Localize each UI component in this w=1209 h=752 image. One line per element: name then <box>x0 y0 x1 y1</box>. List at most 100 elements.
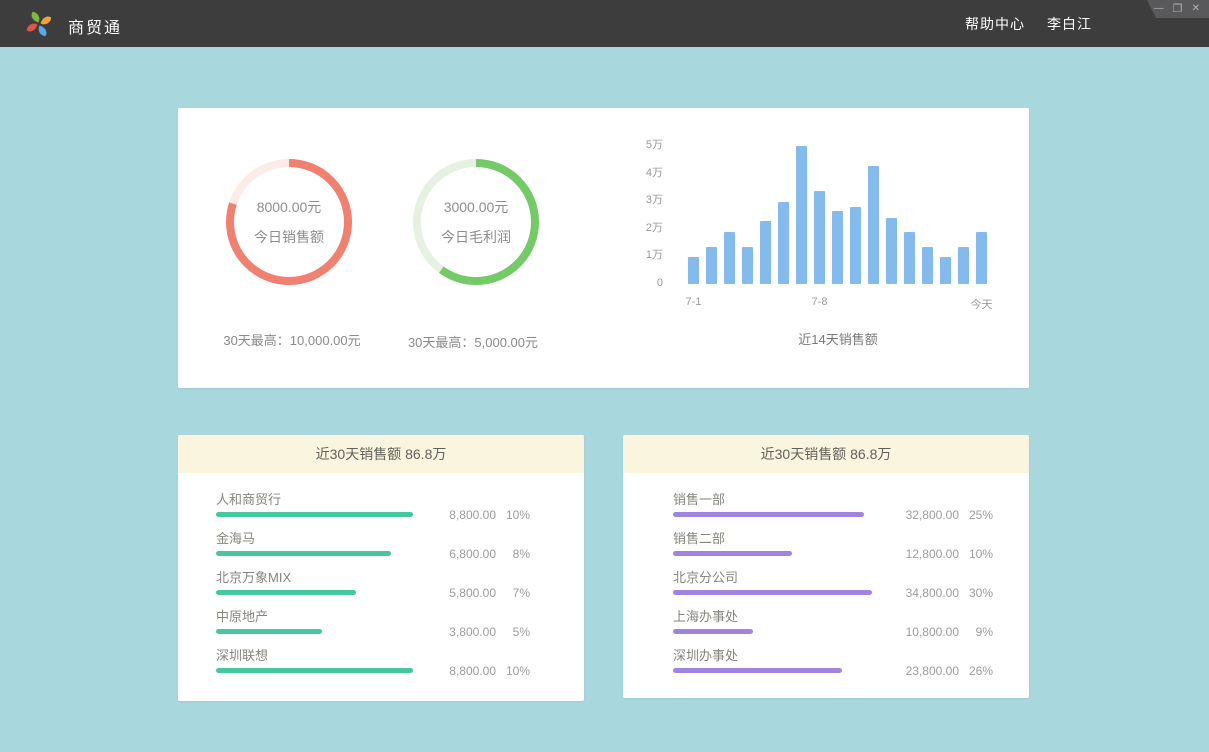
row-values: 34,800.00 30% <box>883 586 993 600</box>
row-amount: 12,800.00 <box>883 547 959 561</box>
today-sales-label: 今日销售额 <box>254 227 324 247</box>
sales-list-row: 北京万象MIX 5,800.00 7% <box>178 571 584 595</box>
daily-sales-bar <box>940 257 951 284</box>
app-logo-icon <box>24 9 54 39</box>
row-amount: 5,800.00 <box>420 586 496 600</box>
row-percent: 26% <box>959 664 993 678</box>
row-bar-track <box>216 629 413 634</box>
row-bar <box>673 551 792 556</box>
row-amount: 8,800.00 <box>420 664 496 678</box>
department-sales-card: 近30天销售额 86.8万 销售一部 32,800.00 25% 销售二部 12… <box>623 435 1029 698</box>
row-bar-track <box>216 668 413 673</box>
y-axis-tick: 5万 <box>603 138 663 152</box>
y-axis-tick: 1万 <box>603 248 663 262</box>
row-percent: 10% <box>496 664 530 678</box>
daily-sales-bar <box>850 207 861 284</box>
daily-sales-bar <box>796 146 807 284</box>
titlebar-links: 帮助中心 李白江 <box>965 0 1092 47</box>
sales-list-row: 销售二部 12,800.00 10% <box>623 532 1029 556</box>
sales-list-row: 金海马 6,800.00 8% <box>178 532 584 556</box>
daily-sales-bar <box>814 191 825 284</box>
user-menu[interactable]: 李白江 <box>1047 14 1092 34</box>
sales-list-row: 销售一部 32,800.00 25% <box>623 493 1029 517</box>
row-amount: 32,800.00 <box>883 508 959 522</box>
x-axis-tick: 7-1 <box>686 296 702 308</box>
daily-sales-bar <box>832 211 843 284</box>
daily-sales-bar <box>922 247 933 284</box>
row-bar-track <box>673 668 872 673</box>
row-label: 北京万象MIX <box>216 571 584 585</box>
daily-sales-bar <box>976 232 987 284</box>
today-summary-card: 8000.00元 今日销售额 30天最高：10,000.00元 3000.00元… <box>178 108 1029 388</box>
row-bar <box>673 512 864 517</box>
maximize-button[interactable]: ❐ <box>1173 4 1183 14</box>
row-percent: 30% <box>959 586 993 600</box>
titlebar[interactable]: 商贸通 帮助中心 李白江 — ❐ ✕ <box>0 0 1209 47</box>
row-label: 深圳办事处 <box>673 649 1029 663</box>
sales-list-row: 中原地产 3,800.00 5% <box>178 610 584 634</box>
row-percent: 5% <box>496 625 530 639</box>
row-label: 北京分公司 <box>673 571 1029 585</box>
row-values: 32,800.00 25% <box>883 508 993 522</box>
row-percent: 9% <box>959 625 993 639</box>
daily-sales-bar <box>778 202 789 284</box>
today-sales-donut-center: 8000.00元 今日销售额 <box>225 158 353 286</box>
sales-list-row: 深圳办事处 23,800.00 26% <box>623 649 1029 673</box>
row-bar-track <box>673 551 872 556</box>
row-label: 中原地产 <box>216 610 584 624</box>
row-bar <box>216 629 322 634</box>
row-values: 23,800.00 26% <box>883 664 993 678</box>
row-amount: 8,800.00 <box>420 508 496 522</box>
row-values: 10,800.00 9% <box>883 625 993 639</box>
help-center-link[interactable]: 帮助中心 <box>965 14 1025 34</box>
daily-sales-bar <box>868 166 879 284</box>
customer-sales-card-title: 近30天销售额 86.8万 <box>178 435 584 473</box>
sales-chart-y-axis: 5万4万3万2万1万0 <box>603 138 663 290</box>
row-bar <box>673 668 842 673</box>
row-bar-track <box>216 512 413 517</box>
daily-sales-bar <box>742 247 753 284</box>
row-bar <box>673 629 753 634</box>
row-label: 销售二部 <box>673 532 1029 546</box>
row-bar <box>216 668 413 673</box>
today-sales-donut: 8000.00元 今日销售额 <box>225 158 353 286</box>
today-sales-value: 8000.00元 <box>257 197 322 217</box>
row-label: 人和商贸行 <box>216 493 584 507</box>
daily-sales-bar <box>958 247 969 284</box>
row-bar <box>216 590 356 595</box>
today-profit-donut: 3000.00元 今日毛利润 <box>412 158 540 286</box>
today-profit-value: 3000.00元 <box>444 197 509 217</box>
app-title: 商贸通 <box>68 14 122 38</box>
daily-sales-bar <box>760 221 771 284</box>
row-amount: 3,800.00 <box>420 625 496 639</box>
daily-sales-bar <box>706 247 717 284</box>
row-values: 8,800.00 10% <box>420 508 530 522</box>
row-values: 5,800.00 7% <box>420 586 530 600</box>
sales-list-row: 北京分公司 34,800.00 30% <box>623 571 1029 595</box>
close-button[interactable]: ✕ <box>1192 4 1200 14</box>
sales-chart-x-axis: 7-17-8今天 <box>688 296 987 310</box>
department-sales-card-title: 近30天销售额 86.8万 <box>623 435 1029 473</box>
customer-sales-list: 人和商贸行 8,800.00 10% 金海马 6,800.00 8% 北京万象M… <box>178 473 584 673</box>
row-bar <box>216 551 391 556</box>
row-amount: 10,800.00 <box>883 625 959 639</box>
row-percent: 7% <box>496 586 530 600</box>
row-values: 3,800.00 5% <box>420 625 530 639</box>
department-sales-list: 销售一部 32,800.00 25% 销售二部 12,800.00 10% 北京… <box>623 473 1029 673</box>
row-label: 销售一部 <box>673 493 1029 507</box>
row-percent: 8% <box>496 547 530 561</box>
row-percent: 10% <box>959 547 993 561</box>
row-values: 6,800.00 8% <box>420 547 530 561</box>
row-label: 上海办事处 <box>673 610 1029 624</box>
y-axis-tick: 2万 <box>603 221 663 235</box>
row-label: 金海马 <box>216 532 584 546</box>
sales-list-row: 深圳联想 8,800.00 10% <box>178 649 584 673</box>
row-bar-track <box>216 551 413 556</box>
row-values: 12,800.00 10% <box>883 547 993 561</box>
minimize-button[interactable]: — <box>1154 4 1164 14</box>
today-profit-label: 今日毛利润 <box>441 227 511 247</box>
sales-list-row: 上海办事处 10,800.00 9% <box>623 610 1029 634</box>
row-percent: 25% <box>959 508 993 522</box>
row-bar-track <box>673 512 872 517</box>
row-label: 深圳联想 <box>216 649 584 663</box>
